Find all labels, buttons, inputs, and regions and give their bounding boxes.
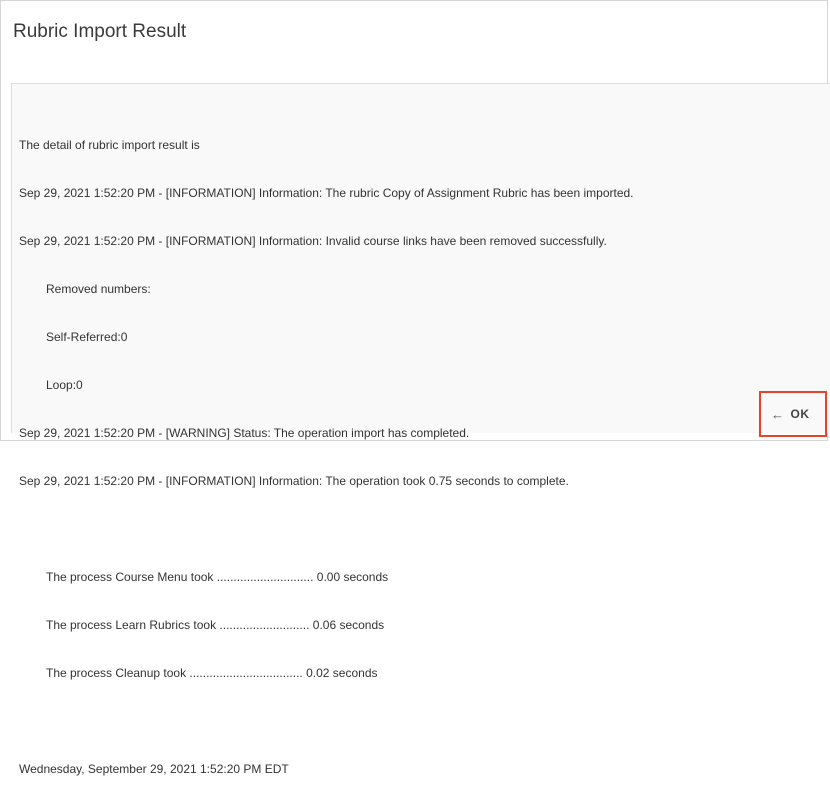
log-timestamp: Wednesday, September 29, 2021 1:52:20 PM…: [19, 762, 289, 776]
process-timing: The process Course Menu took ...........…: [46, 570, 389, 584]
process-timing: The process Cleanup took ...............…: [46, 666, 378, 680]
import-result-dialog: Rubric Import Result The detail of rubri…: [0, 0, 830, 776]
ok-button[interactable]: ← OK: [767, 402, 814, 426]
log-entry: Sep 29, 2021 1:52:20 PM - [INFORMATION] …: [19, 234, 607, 248]
log-entry-detail: Removed numbers:: [46, 282, 151, 296]
ok-button-label: OK: [790, 407, 810, 421]
log-entry: Sep 29, 2021 1:52:20 PM - [INFORMATION] …: [19, 186, 634, 200]
log-entry-detail: Loop:0: [46, 378, 83, 392]
import-log: The detail of rubric import result is Se…: [19, 105, 634, 809]
log-spacer: [19, 521, 634, 537]
log-intro: The detail of rubric import result is: [19, 138, 200, 152]
log-entry-detail: Self-Referred:0: [46, 330, 128, 344]
dialog-header: Rubric Import Result: [1, 1, 827, 83]
process-timing: The process Learn Rubrics took .........…: [46, 618, 385, 632]
page-title: Rubric Import Result: [13, 21, 187, 42]
log-entry: Sep 29, 2021 1:52:20 PM - [INFORMATION] …: [19, 474, 569, 488]
log-entry: Sep 29, 2021 1:52:20 PM - [WARNING] Stat…: [19, 426, 470, 440]
result-panel: The detail of rubric import result is Se…: [11, 83, 830, 776]
arrow-left-icon: ←: [771, 406, 785, 422]
log-spacer: [19, 713, 634, 729]
